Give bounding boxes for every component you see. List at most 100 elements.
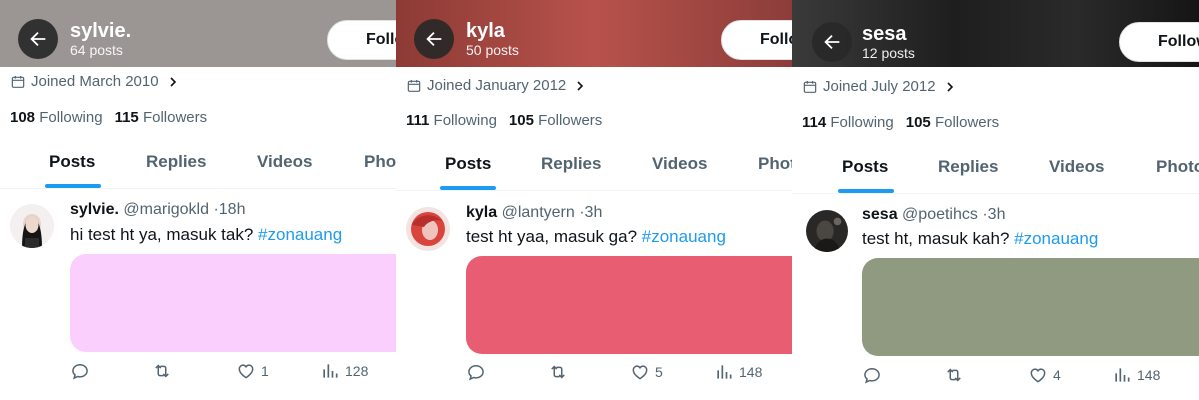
tab-photos[interactable]: Photos	[364, 152, 396, 172]
like-button[interactable]: 1	[236, 361, 269, 381]
joined-date: Joined January 2012	[406, 77, 586, 94]
follow-button[interactable]: Follow	[1119, 22, 1199, 62]
tweet-media[interactable]	[862, 258, 1199, 356]
tab-videos[interactable]: Videos	[1049, 157, 1104, 177]
hashtag-link[interactable]: #zonauang	[1014, 229, 1098, 248]
joined-label: Joined March 2010	[31, 73, 159, 90]
tweet-actions: 4 148	[862, 365, 1182, 389]
tweet-author-name[interactable]: kyla	[466, 204, 497, 221]
profile-tabs: Posts Replies Videos Photos	[0, 152, 396, 189]
retweet-icon	[155, 364, 169, 378]
views-count: 148	[1137, 367, 1161, 383]
reply-icon	[864, 367, 880, 384]
tweet-handle[interactable]: @lantyern	[502, 204, 575, 221]
joined-date: Joined July 2012	[802, 78, 956, 95]
profile-header: kyla 50 posts Follow	[396, 0, 792, 67]
tweet-handle[interactable]: @marigokld	[123, 201, 209, 218]
back-button[interactable]	[812, 22, 852, 62]
tweet-header: sylvie. @marigokld ·18h	[70, 201, 245, 219]
hashtag-link[interactable]: #zonauang	[258, 225, 342, 244]
tweet-text: test ht yaa, masuk ga? #zonauang	[466, 227, 726, 246]
active-tab-indicator	[45, 184, 101, 188]
arrow-left-icon	[426, 31, 442, 47]
arrow-left-icon	[824, 34, 840, 50]
reply-button[interactable]	[70, 361, 95, 381]
heart-icon	[632, 365, 648, 380]
back-button[interactable]	[414, 19, 454, 59]
tweet-actions: 1 128	[70, 361, 390, 385]
chevron-right-icon[interactable]	[167, 76, 179, 88]
retweet-button[interactable]	[944, 365, 969, 385]
follow-button[interactable]: Follow	[327, 20, 396, 60]
like-button[interactable]: 4	[1028, 365, 1061, 385]
header-post-count: 50 posts	[466, 42, 519, 58]
tweet-media[interactable]	[70, 254, 396, 352]
views-button[interactable]: 128	[320, 361, 368, 381]
arrow-left-icon	[30, 31, 46, 47]
like-button[interactable]: 5	[630, 362, 663, 382]
tweet-time[interactable]: 18h	[219, 201, 246, 218]
followers-stat[interactable]: 105 Followers	[509, 112, 602, 129]
like-count: 1	[261, 363, 269, 379]
back-button[interactable]	[18, 19, 58, 59]
heart-icon	[1030, 368, 1046, 383]
avatar[interactable]	[10, 204, 54, 248]
views-icon	[1115, 368, 1130, 382]
tweet-media[interactable]	[466, 256, 792, 354]
tweet-time[interactable]: 3h	[988, 206, 1006, 223]
active-tab-indicator	[440, 186, 496, 190]
profile-header: sylvie. 64 posts Follow	[0, 0, 396, 67]
tab-replies[interactable]: Replies	[146, 152, 206, 172]
avatar[interactable]	[406, 207, 450, 251]
following-stat[interactable]: 114 Following	[802, 114, 894, 131]
tab-photos[interactable]: Photos	[1156, 157, 1199, 177]
header-display-name: sesa	[862, 23, 907, 45]
reply-button[interactable]	[466, 362, 491, 382]
chevron-right-icon[interactable]	[574, 80, 586, 92]
retweet-button[interactable]	[548, 362, 573, 382]
tab-videos[interactable]: Videos	[257, 152, 312, 172]
following-stat[interactable]: 108 Following	[10, 109, 103, 126]
views-button[interactable]: 148	[714, 362, 762, 382]
views-button[interactable]: 148	[1112, 365, 1160, 385]
tab-photos[interactable]: Photos	[758, 154, 792, 174]
followers-stat[interactable]: 105 Followers	[906, 114, 999, 131]
heart-icon	[238, 364, 254, 379]
tweet-header: sesa @poetihcs ·3h	[862, 206, 1005, 224]
header-display-name: sylvie.	[70, 20, 132, 42]
profile-tabs: Posts Replies Videos Photos	[396, 154, 792, 191]
reply-icon	[72, 363, 88, 380]
views-icon	[717, 365, 732, 379]
header-post-count: 64 posts	[70, 42, 123, 58]
tweet-author-name[interactable]: sesa	[862, 206, 898, 223]
joined-label: Joined July 2012	[823, 78, 936, 95]
profile-panel-kyla: kyla 50 posts Follow Joined January 2012…	[396, 0, 792, 400]
profile-panel-sylvie: sylvie. 64 posts Follow Joined March 201…	[0, 0, 396, 400]
tab-posts[interactable]: Posts	[49, 152, 95, 172]
like-count: 4	[1053, 367, 1061, 383]
tweet-time[interactable]: 3h	[585, 204, 603, 221]
calendar-icon	[11, 75, 25, 88]
retweet-icon	[551, 365, 565, 379]
tweet-handle[interactable]: @poetihcs	[902, 206, 978, 223]
follow-stats: 108 Following 115 Followers	[10, 109, 207, 126]
follow-button[interactable]: Follow	[721, 20, 792, 60]
followers-stat[interactable]: 115 Followers	[115, 109, 208, 126]
active-tab-indicator	[838, 189, 894, 193]
chevron-right-icon[interactable]	[944, 81, 956, 93]
reply-icon	[468, 364, 484, 381]
avatar[interactable]	[806, 210, 848, 252]
tab-posts[interactable]: Posts	[842, 157, 888, 177]
tweet-text: test ht, masuk kah? #zonauang	[862, 229, 1099, 248]
joined-date: Joined March 2010	[10, 73, 179, 90]
retweet-button[interactable]	[152, 361, 177, 381]
tab-videos[interactable]: Videos	[652, 154, 707, 174]
reply-button[interactable]	[862, 365, 887, 385]
tab-replies[interactable]: Replies	[541, 154, 601, 174]
hashtag-link[interactable]: #zonauang	[642, 227, 726, 246]
following-stat[interactable]: 111 Following	[406, 112, 497, 129]
calendar-icon	[407, 79, 421, 92]
tab-replies[interactable]: Replies	[938, 157, 998, 177]
tweet-author-name[interactable]: sylvie.	[70, 201, 119, 218]
tab-posts[interactable]: Posts	[445, 154, 491, 174]
